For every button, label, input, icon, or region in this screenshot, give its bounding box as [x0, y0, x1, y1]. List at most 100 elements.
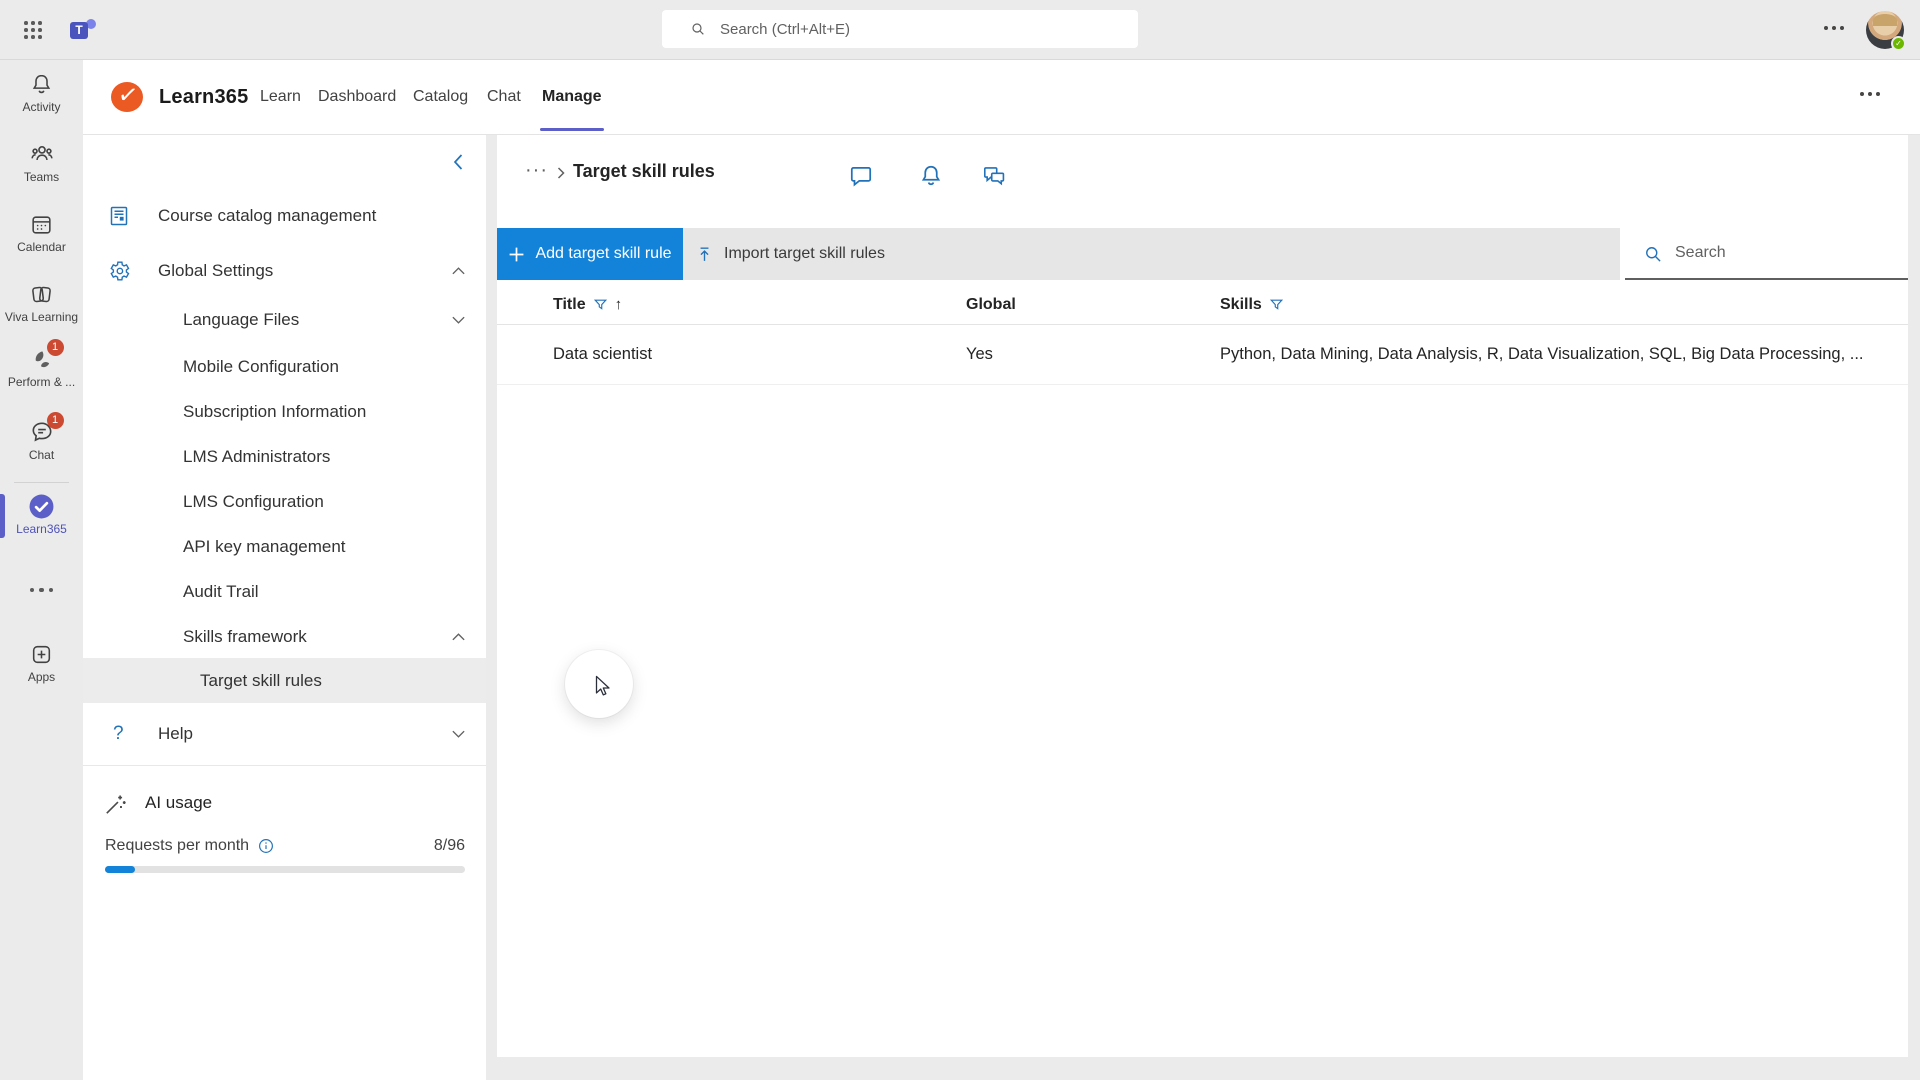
sidebar-item-label: Audit Trail: [183, 582, 259, 602]
waffle-menu-icon[interactable]: [24, 21, 42, 39]
tab-learn[interactable]: Learn: [260, 60, 301, 134]
rail-label: Perform & ...: [8, 375, 75, 389]
rail-item-perform[interactable]: 1 Perform & ...: [0, 345, 83, 393]
sidebar-item-label: Target skill rules: [200, 671, 322, 691]
filter-icon[interactable]: [1269, 298, 1284, 312]
sidebar-item-label: Global Settings: [158, 261, 273, 281]
sidebar-item-label: Course catalog management: [158, 206, 376, 226]
teams-top-bar: T ✓: [0, 0, 1920, 60]
ai-usage-section[interactable]: AI usage: [83, 783, 486, 823]
rail-label: Learn365: [16, 522, 67, 536]
sidebar-item-global-settings[interactable]: Global Settings: [83, 248, 486, 293]
column-header-skills[interactable]: Skills: [1220, 296, 1908, 314]
global-search: [662, 10, 1138, 48]
learn365-logo-icon: ✓: [111, 82, 143, 112]
sidebar-item-language-files[interactable]: Language Files: [83, 297, 486, 342]
tab-chat[interactable]: Chat: [487, 60, 521, 134]
sidebar-collapse-button[interactable]: [447, 149, 475, 177]
target-skill-rules-page: ··· Target skill rules Add target skill …: [497, 135, 1908, 1057]
rail-label: Apps: [28, 670, 55, 684]
teams-window: T ✓ Activity Teams Calendar Viva Learnin…: [0, 0, 1920, 1080]
sidebar-item-course-catalog-management[interactable]: Course catalog management: [83, 193, 486, 238]
sidebar-item-help[interactable]: ? Help: [83, 711, 486, 756]
tab-manage[interactable]: Manage: [542, 60, 602, 134]
upload-icon: [695, 245, 714, 264]
sidebar-item-subscription-information[interactable]: Subscription Information: [83, 389, 486, 434]
sidebar-item-target-skill-rules[interactable]: Target skill rules: [83, 658, 486, 703]
plus-icon: [508, 246, 525, 263]
sidebar-item-label: API key management: [183, 537, 346, 557]
activity-bell-icon: [29, 72, 54, 97]
feedback-button[interactable]: [981, 163, 1007, 189]
avatar-image: [1873, 14, 1897, 26]
rail-item-viva-learning[interactable]: Viva Learning: [0, 280, 83, 328]
teams-logo-t: T: [70, 22, 88, 39]
rail-item-learn365[interactable]: Learn365: [0, 492, 83, 540]
chat-badge: 1: [47, 412, 64, 429]
rail-label: Viva Learning: [5, 310, 78, 324]
filter-icon[interactable]: [593, 298, 608, 312]
rail-label: Teams: [24, 170, 59, 184]
viva-learning-icon: [29, 282, 54, 307]
sidebar-item-label: Help: [158, 724, 193, 744]
user-avatar[interactable]: ✓: [1866, 11, 1904, 49]
sidebar-item-label: Skills framework: [183, 627, 307, 647]
ai-usage-progress-bar: [105, 866, 465, 873]
cell-skills: Python, Data Mining, Data Analysis, R, D…: [1220, 345, 1908, 364]
rail-more-icon[interactable]: [0, 583, 83, 597]
chevron-down-icon: [451, 315, 466, 325]
cursor-indicator: [565, 650, 633, 718]
rail-label: Activity: [22, 100, 60, 114]
chevron-left-icon: [447, 149, 471, 175]
question-icon: ?: [113, 723, 124, 745]
rail-item-apps[interactable]: Apps: [0, 640, 83, 688]
sidebar-item-skills-framework[interactable]: Skills framework: [83, 614, 486, 659]
rail-item-activity[interactable]: Activity: [0, 70, 83, 118]
bell-icon: [918, 163, 944, 189]
import-target-skill-rules-button[interactable]: Import target skill rules: [695, 228, 885, 280]
header-more-icon[interactable]: [1860, 92, 1880, 96]
requests-label: Requests per month: [105, 837, 249, 855]
apps-icon: [29, 642, 54, 667]
learn365-header: ✓ Learn365 Learn Dashboard Catalog Chat …: [83, 60, 1920, 135]
sidebar-item-lms-configuration[interactable]: LMS Configuration: [83, 479, 486, 524]
comment-button[interactable]: [848, 163, 874, 189]
global-search-input[interactable]: [662, 10, 1138, 48]
chevron-down-icon: [451, 729, 466, 739]
tab-catalog[interactable]: Catalog: [413, 60, 468, 134]
chevron-up-icon: [451, 266, 466, 276]
rail-item-teams[interactable]: Teams: [0, 140, 83, 188]
sidebar-item-lms-administrators[interactable]: LMS Administrators: [83, 434, 486, 479]
sidebar-item-mobile-configuration[interactable]: Mobile Configuration: [83, 344, 486, 389]
calendar-icon: [29, 212, 54, 237]
column-header-title[interactable]: Title ↑: [553, 296, 966, 314]
topbar-more-icon[interactable]: [1824, 26, 1844, 30]
add-target-skill-rule-button[interactable]: Add target skill rule: [497, 228, 683, 280]
comment-icon: [848, 163, 874, 189]
magic-wand-icon: [103, 791, 129, 817]
learn365-brand: ✓ Learn365: [111, 82, 248, 112]
table-row[interactable]: Data scientist Yes Python, Data Mining, …: [497, 325, 1908, 385]
column-header-global[interactable]: Global: [966, 296, 1220, 314]
breadcrumb-chevron-icon: [555, 166, 567, 180]
sidebar-item-label: Language Files: [183, 310, 299, 330]
cell-global: Yes: [966, 345, 1220, 364]
breadcrumb-overflow-icon[interactable]: ···: [525, 159, 548, 182]
rail-item-calendar[interactable]: Calendar: [0, 210, 83, 258]
table-search-input[interactable]: [1625, 228, 1908, 278]
rail-label: Chat: [29, 448, 54, 462]
info-icon[interactable]: [257, 837, 275, 855]
sidebar-item-label: Subscription Information: [183, 402, 366, 422]
rail-item-chat[interactable]: 1 Chat: [0, 418, 83, 466]
table-search: [1625, 228, 1908, 280]
manage-sidebar: Course catalog management Global Setting…: [83, 135, 486, 1080]
notifications-button[interactable]: [918, 163, 944, 189]
teams-logo-icon[interactable]: T: [70, 17, 96, 43]
tab-dashboard[interactable]: Dashboard: [318, 60, 396, 134]
sidebar-item-label: Mobile Configuration: [183, 357, 339, 377]
sort-ascending-icon[interactable]: ↑: [615, 296, 623, 313]
table-toolbar: Add target skill rule Import target skil…: [497, 228, 1620, 280]
sidebar-item-api-key-management[interactable]: API key management: [83, 524, 486, 569]
sidebar-item-audit-trail[interactable]: Audit Trail: [83, 569, 486, 614]
perform-badge: 1: [47, 339, 64, 356]
